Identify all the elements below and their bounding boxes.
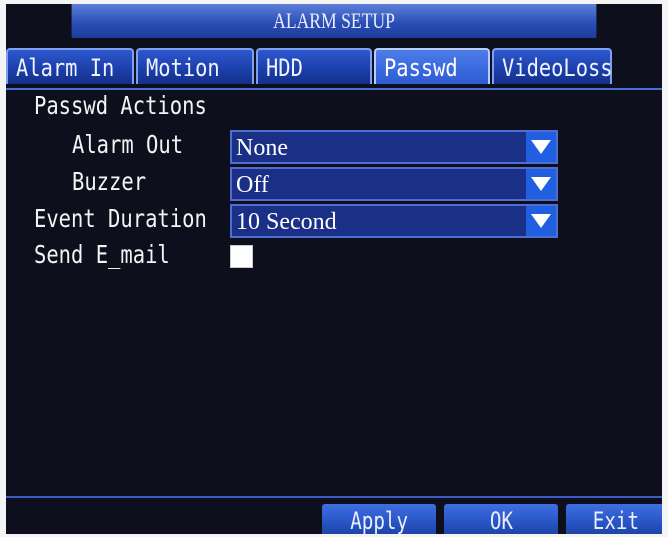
event-duration-dropdown[interactable]: 10 Second (230, 204, 558, 238)
alarm-out-value: None (236, 135, 288, 161)
exit-button[interactable]: Exit (566, 504, 662, 534)
event-duration-value: 10 Second (236, 209, 337, 235)
tab-alarm-in[interactable]: Alarm In (6, 48, 134, 84)
section-title: Passwd Actions (34, 91, 207, 120)
chevron-down-icon[interactable] (526, 132, 556, 162)
tab-motion[interactable]: Motion (136, 48, 254, 84)
buzzer-label: Buzzer (72, 167, 147, 196)
tab-passwd-label: Passwd (384, 54, 458, 82)
tab-hdd-label: HDD (266, 54, 303, 82)
tab-videoloss[interactable]: VideoLoss (492, 48, 613, 84)
buzzer-value: Off (236, 172, 269, 198)
tab-bar: Alarm In Motion HDD Passwd VideoLoss (6, 44, 662, 90)
event-duration-label: Event Duration (34, 204, 207, 233)
tab-passwd[interactable]: Passwd (374, 48, 490, 84)
tab-alarm-in-label: Alarm In (16, 54, 115, 82)
buzzer-dropdown[interactable]: Off (230, 167, 558, 201)
bottom-bar: Apply OK Exit (6, 496, 662, 534)
tab-videoloss-label: VideoLoss (502, 54, 613, 82)
chevron-down-icon[interactable] (526, 206, 556, 236)
tab-motion-label: Motion (146, 54, 220, 82)
tab-hdd[interactable]: HDD (256, 48, 372, 84)
chevron-down-icon[interactable] (526, 169, 556, 199)
alarm-out-label: Alarm Out (72, 130, 184, 159)
send-email-checkbox[interactable] (230, 245, 253, 268)
window-title: ALARM SETUP (71, 4, 597, 38)
ok-button[interactable]: OK (444, 504, 558, 534)
apply-button[interactable]: Apply (322, 504, 436, 534)
send-email-label: Send E_mail (34, 240, 170, 269)
alarm-setup-screen: ALARM SETUP Alarm In Motion HDD Passwd V… (6, 4, 662, 534)
alarm-out-dropdown[interactable]: None (230, 130, 558, 164)
